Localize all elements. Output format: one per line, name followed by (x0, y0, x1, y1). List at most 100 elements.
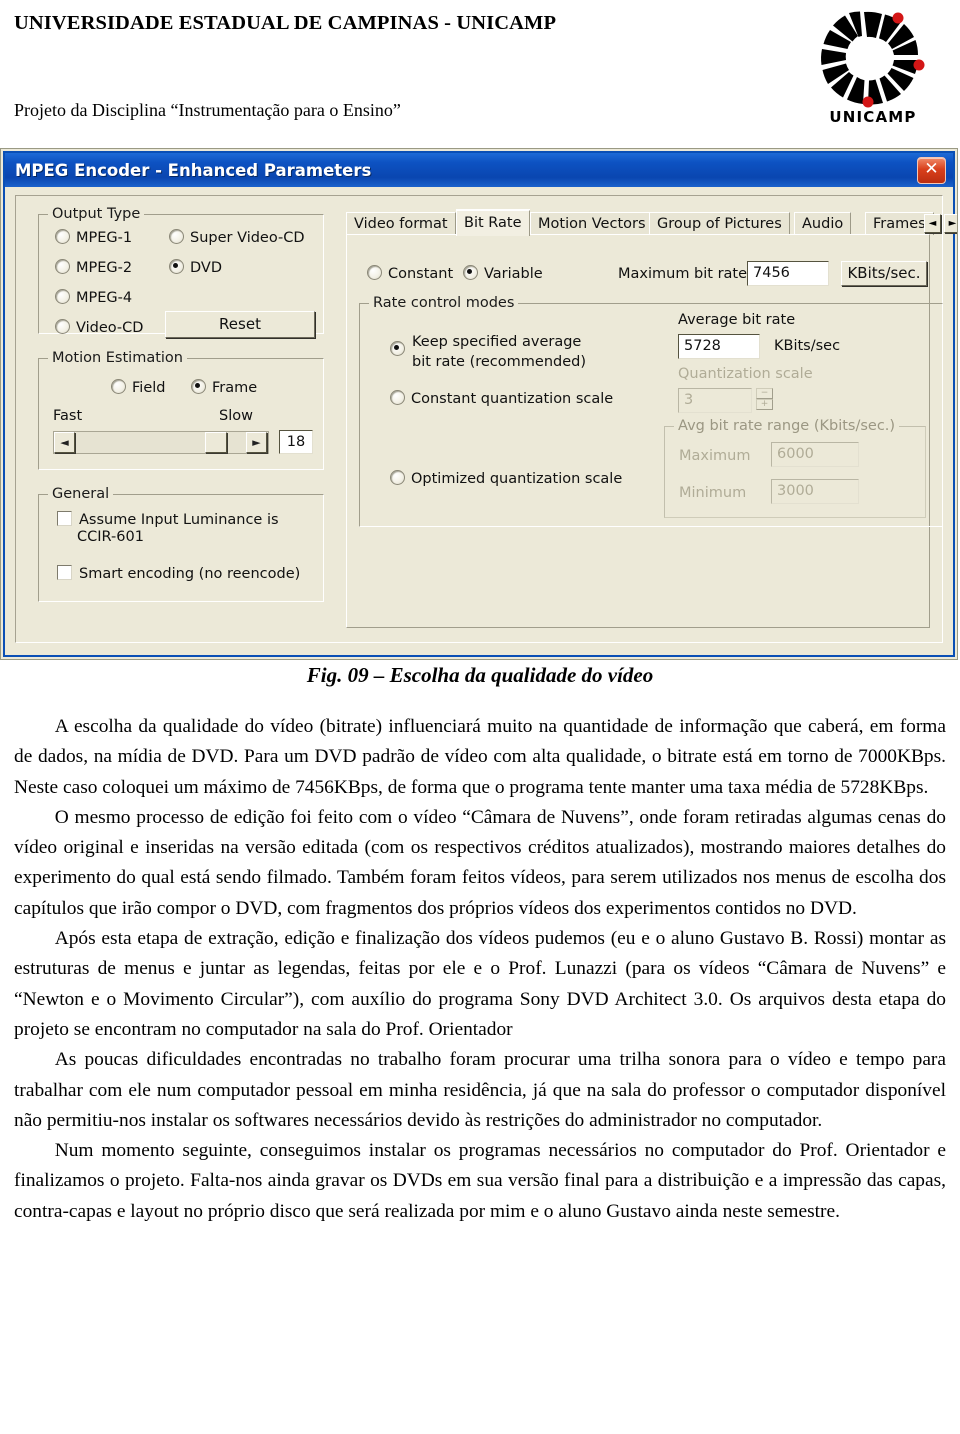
tab-audio[interactable]: Audio (794, 212, 852, 235)
radio-constant-quantization-scale[interactable]: Constant quantization scale (390, 390, 613, 407)
figure-caption: Fig. 09 – Escolha da qualidade do vídeo (306, 663, 654, 687)
mpeg-encoder-screenshot: MPEG Encoder - Enhanced Parameters ✕ Out… (0, 148, 958, 660)
radio-variable-bitrate[interactable]: Variable (463, 265, 543, 282)
radio-dot-icon (390, 390, 405, 405)
tab-bit-rate[interactable]: Bit Rate (456, 210, 530, 236)
radio-dot-icon (390, 470, 405, 485)
dialog-title-bar[interactable]: MPEG Encoder - Enhanced Parameters ✕ (5, 153, 953, 187)
range-minimum-input[interactable]: 3000 (771, 479, 859, 504)
maximum-bit-rate-input[interactable]: 7456 (747, 261, 829, 286)
radio-keep-specified-average[interactable]: Keep specified average bit rate (recomme… (390, 332, 610, 372)
paragraph-1: A escolha da qualidade do vídeo (bitrate… (14, 716, 946, 798)
radio-dot-icon (390, 341, 405, 356)
radio-field[interactable]: Field (111, 379, 165, 396)
motion-quality-slider[interactable]: ◄ ► (53, 431, 269, 454)
radio-dot-icon (463, 265, 478, 280)
average-bit-rate-label: Average bit rate (678, 312, 796, 328)
radio-video-cd[interactable]: Video-CD (55, 319, 143, 336)
checkbox-box-icon (57, 511, 72, 526)
checkbox-label: Smart encoding (no reencode) (79, 566, 301, 582)
radio-dot-icon (55, 289, 70, 304)
radio-optimized-quantization-scale[interactable]: Optimized quantization scale (390, 470, 622, 487)
radio-dot-icon (111, 379, 126, 394)
tab-strip: Video format Bit Rate Motion Vectors Gro… (346, 210, 957, 236)
output-type-legend: Output Type (48, 206, 145, 222)
paragraph-4: As poucas dificuldades encontradas no tr… (14, 1049, 946, 1131)
unicamp-logo: UNICAMP (802, 8, 942, 136)
reset-button[interactable]: Reset (165, 311, 315, 338)
radio-frame[interactable]: Frame (191, 379, 257, 396)
radio-dot-icon (367, 265, 382, 280)
dialog-inner-panel: Output Type MPEG-1 MPEG-2 MPEG-4 Video-C… (15, 195, 957, 643)
radio-mpeg-2[interactable]: MPEG-2 (55, 259, 132, 276)
paragraph-5: Num momento seguinte, conseguimos instal… (14, 1140, 946, 1222)
radio-mpeg-1[interactable]: MPEG-1 (55, 229, 132, 246)
close-icon[interactable]: ✕ (917, 157, 946, 184)
paragraph-3: Após esta etapa de extração, edição e fi… (14, 928, 946, 1040)
range-maximum-label: Maximum (679, 448, 751, 464)
slider-thumb[interactable] (205, 432, 227, 453)
radio-label: Video-CD (76, 320, 144, 336)
average-bit-rate-input[interactable]: 5728 (678, 334, 760, 359)
tab-video-format[interactable]: Video format (346, 212, 456, 235)
slider-right-arrow-icon[interactable]: ► (246, 432, 267, 453)
quantization-scale-spinner[interactable]: − + (756, 388, 773, 410)
radio-label: Constant (388, 266, 454, 282)
radio-label: MPEG-1 (76, 230, 133, 246)
radio-dot-icon (55, 319, 70, 334)
tab-scroll-left-icon[interactable]: ◄ (924, 214, 941, 233)
radio-dvd[interactable]: DVD (169, 259, 222, 276)
rate-control-modes-group: Rate control modes Keep specified averag… (359, 295, 943, 527)
output-type-group: Output Type MPEG-1 MPEG-2 MPEG-4 Video-C… (38, 206, 324, 338)
checkbox-smart-encoding[interactable]: Smart encoding (no reencode) (57, 565, 300, 582)
radio-super-video-cd[interactable]: Super Video-CD (169, 229, 305, 246)
tab-scroll-right-icon[interactable]: ► (944, 214, 957, 233)
unicamp-logo-icon (821, 11, 925, 108)
radio-label: MPEG-2 (76, 260, 133, 276)
maximum-bit-rate-label: Maximum bit rate (618, 266, 748, 282)
checkbox-box-icon (57, 565, 72, 580)
radio-label: DVD (190, 260, 222, 276)
unicamp-logo-text: UNICAMP (829, 108, 917, 126)
document-body: A escolha da qualidade do vídeo (bitrate… (14, 712, 946, 1227)
checkbox-assume-input-luminance[interactable]: Assume Input Luminance is CCIR-601 (57, 511, 307, 547)
spinner-down-icon[interactable]: + (756, 399, 773, 410)
quantization-scale-label: Quantization scale (678, 366, 813, 382)
radio-label: MPEG-4 (76, 290, 133, 306)
dialog-window: MPEG Encoder - Enhanced Parameters ✕ Out… (3, 151, 957, 657)
rate-control-modes-legend: Rate control modes (369, 295, 519, 311)
document-header: UNIVERSIDADE ESTADUAL DE CAMPINAS - UNIC… (0, 0, 960, 140)
radio-label: Constant quantization scale (411, 391, 614, 407)
checkbox-label-line2: CCIR-601 (77, 529, 144, 545)
motion-quality-value[interactable]: 18 (279, 430, 313, 454)
radio-label-line2: bit rate (recommended) (412, 354, 586, 370)
dialog-body: Output Type MPEG-1 MPEG-2 MPEG-4 Video-C… (5, 187, 957, 655)
radio-dot-icon (55, 259, 70, 274)
university-title: UNIVERSIDADE ESTADUAL DE CAMPINAS - UNIC… (14, 12, 557, 34)
radio-dot-icon (55, 229, 70, 244)
radio-mpeg-4[interactable]: MPEG-4 (55, 289, 132, 306)
radio-label: Frame (212, 380, 258, 396)
dialog-title: MPEG Encoder - Enhanced Parameters (15, 160, 372, 180)
general-group: General Assume Input Luminance is CCIR-6… (38, 486, 324, 602)
fast-label: Fast (53, 408, 83, 424)
tab-group-of-pictures[interactable]: Group of Pictures (649, 212, 790, 235)
radio-constant-bitrate[interactable]: Constant (367, 265, 453, 282)
spinner-up-icon[interactable]: − (756, 388, 773, 399)
motion-estimation-legend: Motion Estimation (48, 350, 187, 366)
quantization-scale-input[interactable]: 3 (678, 388, 752, 413)
tab-motion-vectors[interactable]: Motion Vectors (530, 212, 654, 235)
radio-label: Variable (484, 266, 543, 282)
range-minimum-label: Minimum (679, 485, 747, 501)
slider-left-arrow-icon[interactable]: ◄ (54, 432, 75, 453)
range-maximum-input[interactable]: 6000 (771, 442, 859, 467)
radio-dot-icon (169, 229, 184, 244)
general-legend: General (48, 486, 114, 502)
discipline-subtitle: Projeto da Disciplina “Instrumentação pa… (14, 100, 401, 120)
paragraph-2: O mesmo processo de edição foi feito com… (14, 806, 946, 919)
avg-bit-rate-range-group: Avg bit rate range (Kbits/sec.) Maximum … (664, 418, 926, 518)
avg-bit-rate-range-legend: Avg bit rate range (Kbits/sec.) (674, 418, 900, 434)
radio-label: Super Video-CD (190, 230, 305, 246)
radio-label-line1: Keep specified average (412, 334, 582, 350)
radio-dot-icon (169, 259, 184, 274)
